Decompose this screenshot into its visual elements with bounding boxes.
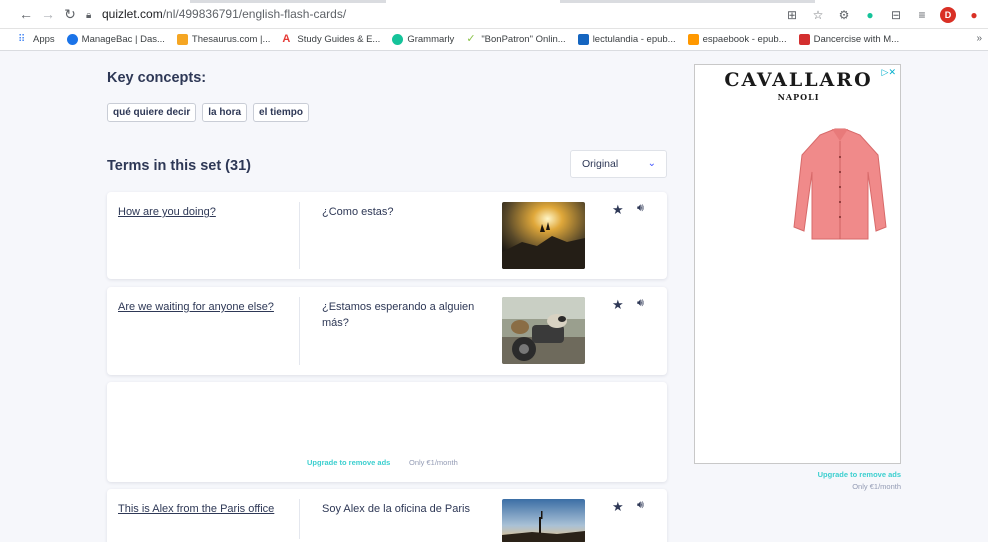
star-icon[interactable]: ★ — [612, 297, 624, 313]
term-text[interactable]: This is Alex from the Paris office — [118, 501, 288, 517]
bookmark-label: Study Guides & E... — [297, 34, 381, 45]
inline-ad-slot: Upgrade to remove ads Only €1/month — [107, 382, 667, 482]
term-card: How are you doing? ¿Como estas? ★ 🔊︎ — [107, 192, 667, 279]
apps-grid-icon: ⠿ — [18, 34, 26, 45]
bookmark-label: Apps — [33, 34, 55, 45]
study-guides-icon: A — [282, 33, 291, 45]
ad-brand-logo: CAVALLARO — [724, 69, 873, 91]
lock-icon: 🔒︎ — [86, 10, 92, 21]
espaebook-icon — [687, 34, 699, 45]
bookmark-label: ManageBac | Das... — [81, 34, 165, 45]
term-image[interactable] — [502, 202, 585, 269]
reading-list-icon[interactable]: ≡ — [914, 8, 930, 22]
side-ad-banner[interactable]: CAVALLARO NAPOLI ▷✕ — [694, 64, 901, 464]
term-card: Are we waiting for anyone else? ¿Estamos… — [107, 287, 667, 375]
bookmarks-bar: ⠿ Apps ManageBac | Das... Thesaurus.com … — [0, 29, 988, 51]
pink-shirt-image — [793, 128, 887, 240]
key-concepts-title: Key concepts: — [107, 70, 207, 86]
adchoices-icon[interactable]: ▷✕ — [882, 67, 896, 78]
apps-grid-icon[interactable]: ⊟ — [888, 8, 904, 22]
term-card: This is Alex from the Paris office Soy A… — [107, 489, 667, 542]
card-divider — [299, 202, 300, 269]
star-icon[interactable]: ★ — [612, 499, 624, 515]
definition-text: ¿Estamos esperando a alguien más? — [322, 301, 475, 329]
star-icon[interactable]: ★ — [612, 202, 624, 218]
term-image[interactable] — [502, 297, 585, 364]
upgrade-remove-ads-link[interactable]: Upgrade to remove ads — [307, 458, 390, 467]
terms-title: Terms in this set (31) — [107, 158, 251, 174]
definition-text: ¿Como estas? — [322, 206, 394, 218]
ad-brand-sub: NAPOLI — [777, 92, 820, 102]
side-upgrade-remove-ads-link[interactable]: Upgrade to remove ads — [694, 470, 901, 479]
bookmark-label: espaebook - epub... — [702, 34, 787, 45]
dogs-motorcycle-image — [502, 297, 585, 364]
extension-toolbar: ⊞ ☆ ⚙ ● ⊟ ≡ D ● — [784, 5, 982, 24]
bookmark-star-icon[interactable]: ☆ — [810, 8, 826, 22]
definition-text: Soy Alex de la oficina de Paris — [322, 503, 470, 515]
term-text[interactable]: How are you doing? — [118, 204, 288, 220]
reload-icon[interactable]: ↻ — [62, 6, 78, 22]
bookmark-espaebook[interactable]: espaebook - epub... — [687, 34, 787, 45]
speaker-icon[interactable]: 🔊︎ — [637, 202, 644, 215]
speaker-icon[interactable]: 🔊︎ — [637, 297, 644, 310]
youtube-icon — [798, 34, 810, 45]
forward-icon[interactable]: → — [40, 6, 56, 22]
tab-strip-edge — [560, 0, 815, 3]
speaker-icon[interactable]: 🔊︎ — [637, 499, 644, 512]
url-host: quizlet.com — [102, 7, 163, 21]
bookmark-apps[interactable]: ⠿ Apps — [18, 34, 55, 45]
bookmark-lectulandia[interactable]: lectulandia - epub... — [577, 34, 676, 45]
card-divider — [299, 297, 300, 365]
translate-icon[interactable]: ⊞ — [784, 8, 800, 22]
bonpatron-icon: ✓ — [466, 33, 476, 45]
chevron-down-icon: ⌄ — [647, 158, 656, 169]
managebac-icon — [66, 34, 78, 45]
lectulandia-icon — [577, 34, 589, 45]
grammarly-icon[interactable]: ● — [862, 8, 878, 22]
bookmark-label: Dancercise with M... — [813, 34, 900, 45]
bookmark-bonpatron[interactable]: ✓ "BonPatron" Onlin... — [466, 33, 566, 46]
bookmark-grammarly[interactable]: Grammarly — [392, 34, 454, 45]
bookmark-label: "BonPatron" Onlin... — [481, 34, 566, 45]
bookmark-label: Grammarly — [407, 34, 455, 45]
term-image[interactable] — [502, 499, 585, 542]
address-bar[interactable]: 🔒︎ quizlet.com/nl/499836791/english-flash… — [86, 5, 386, 24]
bookmark-study-guides[interactable]: A Study Guides & E... — [282, 33, 381, 46]
url-path: /nl/499836791/english-flash-cards/ — [162, 7, 347, 21]
bookmarks-overflow-button[interactable]: » — [976, 33, 982, 44]
extension-icon[interactable]: ⚙ — [836, 8, 852, 22]
bookmark-label: lectulandia - epub... — [592, 34, 676, 45]
browser-toolbar: ← → ↻ 🔒︎ quizlet.com/nl/499836791/english… — [0, 0, 988, 29]
concept-chip[interactable]: el tiempo — [253, 103, 309, 122]
bookmark-dancercise[interactable]: Dancercise with M... — [798, 34, 900, 45]
concept-chip[interactable]: qué quiere decir — [107, 103, 197, 122]
sunset-climber-image — [502, 202, 585, 269]
thesaurus-icon — [176, 34, 188, 45]
key-concepts-chips: qué quiere decir la hora el tiempo — [107, 103, 309, 122]
avatar[interactable]: D — [940, 6, 956, 23]
term-text[interactable]: Are we waiting for anyone else? — [118, 299, 288, 315]
bookmark-label: Thesaurus.com |... — [191, 34, 271, 45]
sort-value: Original — [582, 158, 619, 170]
record-icon[interactable]: ● — [966, 8, 982, 22]
sort-dropdown[interactable]: Original ⌄ — [570, 150, 667, 178]
sunset-hiker-image — [502, 499, 585, 542]
bookmark-thesaurus[interactable]: Thesaurus.com |... — [176, 34, 271, 45]
tab-strip-edge — [190, 0, 386, 3]
ad-price-note: Only €1/month — [409, 458, 458, 467]
concept-chip[interactable]: la hora — [202, 103, 248, 122]
side-ad-price-note: Only €1/month — [852, 482, 901, 491]
bookmark-managebac[interactable]: ManageBac | Das... — [66, 34, 165, 45]
back-icon[interactable]: ← — [18, 6, 34, 22]
grammarly-icon — [392, 34, 404, 45]
card-divider — [299, 499, 300, 539]
quizlet-set-page: Key concepts: qué quiere decir la hora e… — [0, 52, 988, 542]
